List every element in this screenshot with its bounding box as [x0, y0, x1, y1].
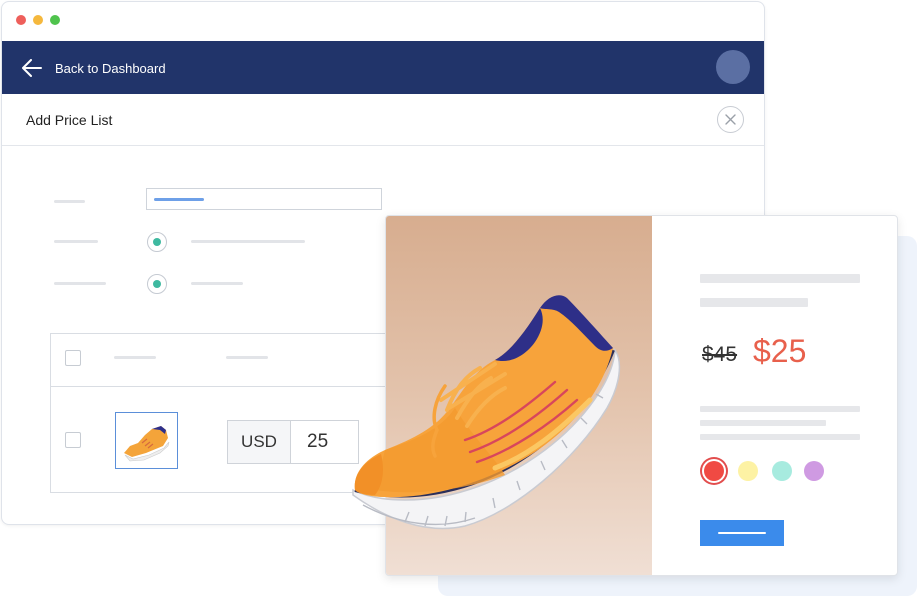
option-radio-2[interactable] — [147, 274, 167, 294]
page-title: Add Price List — [26, 112, 113, 128]
radio-dot — [153, 280, 161, 288]
table-divider — [51, 386, 389, 387]
back-to-dashboard-label: Back to Dashboard — [55, 61, 166, 76]
column-header-placeholder — [226, 356, 268, 359]
top-navbar: Back to Dashboard — [2, 41, 764, 94]
radio-dot — [153, 238, 161, 246]
option-label-placeholder — [54, 282, 106, 285]
input-text-placeholder — [154, 198, 204, 201]
product-title-placeholder — [700, 274, 860, 283]
radio-label-placeholder — [191, 282, 243, 285]
product-thumbnail[interactable] — [115, 412, 178, 469]
window-titlebar — [2, 2, 764, 40]
description-line-placeholder — [700, 406, 860, 412]
sale-price: $25 — [753, 333, 807, 369]
option-radio-1[interactable] — [147, 232, 167, 252]
color-swatch-teal[interactable] — [772, 461, 792, 481]
add-to-cart-button[interactable] — [700, 520, 784, 546]
radio-label-placeholder — [191, 240, 305, 243]
select-all-checkbox[interactable] — [65, 350, 81, 366]
row-checkbox[interactable] — [65, 432, 81, 448]
arrow-left-icon — [22, 59, 42, 77]
column-header-placeholder — [114, 356, 156, 359]
description-line-placeholder — [700, 420, 826, 426]
items-table: USD 25 — [50, 333, 390, 493]
back-to-dashboard-link[interactable]: Back to Dashboard — [2, 41, 202, 94]
name-field-label-placeholder — [54, 200, 85, 203]
page-header: Add Price List — [2, 94, 764, 146]
close-window-dot[interactable] — [16, 15, 26, 25]
shoe-thumbnail-image — [124, 426, 170, 462]
product-subtitle-placeholder — [700, 298, 808, 307]
minimize-window-dot[interactable] — [33, 15, 43, 25]
button-label-placeholder — [718, 532, 766, 534]
maximize-window-dot[interactable] — [50, 15, 60, 25]
color-swatch-purple[interactable] — [804, 461, 824, 481]
price-list-name-input[interactable] — [146, 188, 382, 210]
description-line-placeholder — [700, 434, 860, 440]
avatar[interactable] — [716, 50, 750, 84]
option-label-placeholder — [54, 240, 98, 243]
color-swatch-yellow[interactable] — [738, 461, 758, 481]
currency-code: USD — [228, 421, 291, 463]
close-button[interactable] — [717, 106, 744, 133]
close-icon — [725, 114, 736, 125]
original-price: $45 — [702, 343, 738, 366]
color-swatch-red[interactable] — [704, 461, 724, 481]
running-shoe-image — [352, 295, 621, 530]
price-input-group: USD 25 — [227, 420, 359, 464]
